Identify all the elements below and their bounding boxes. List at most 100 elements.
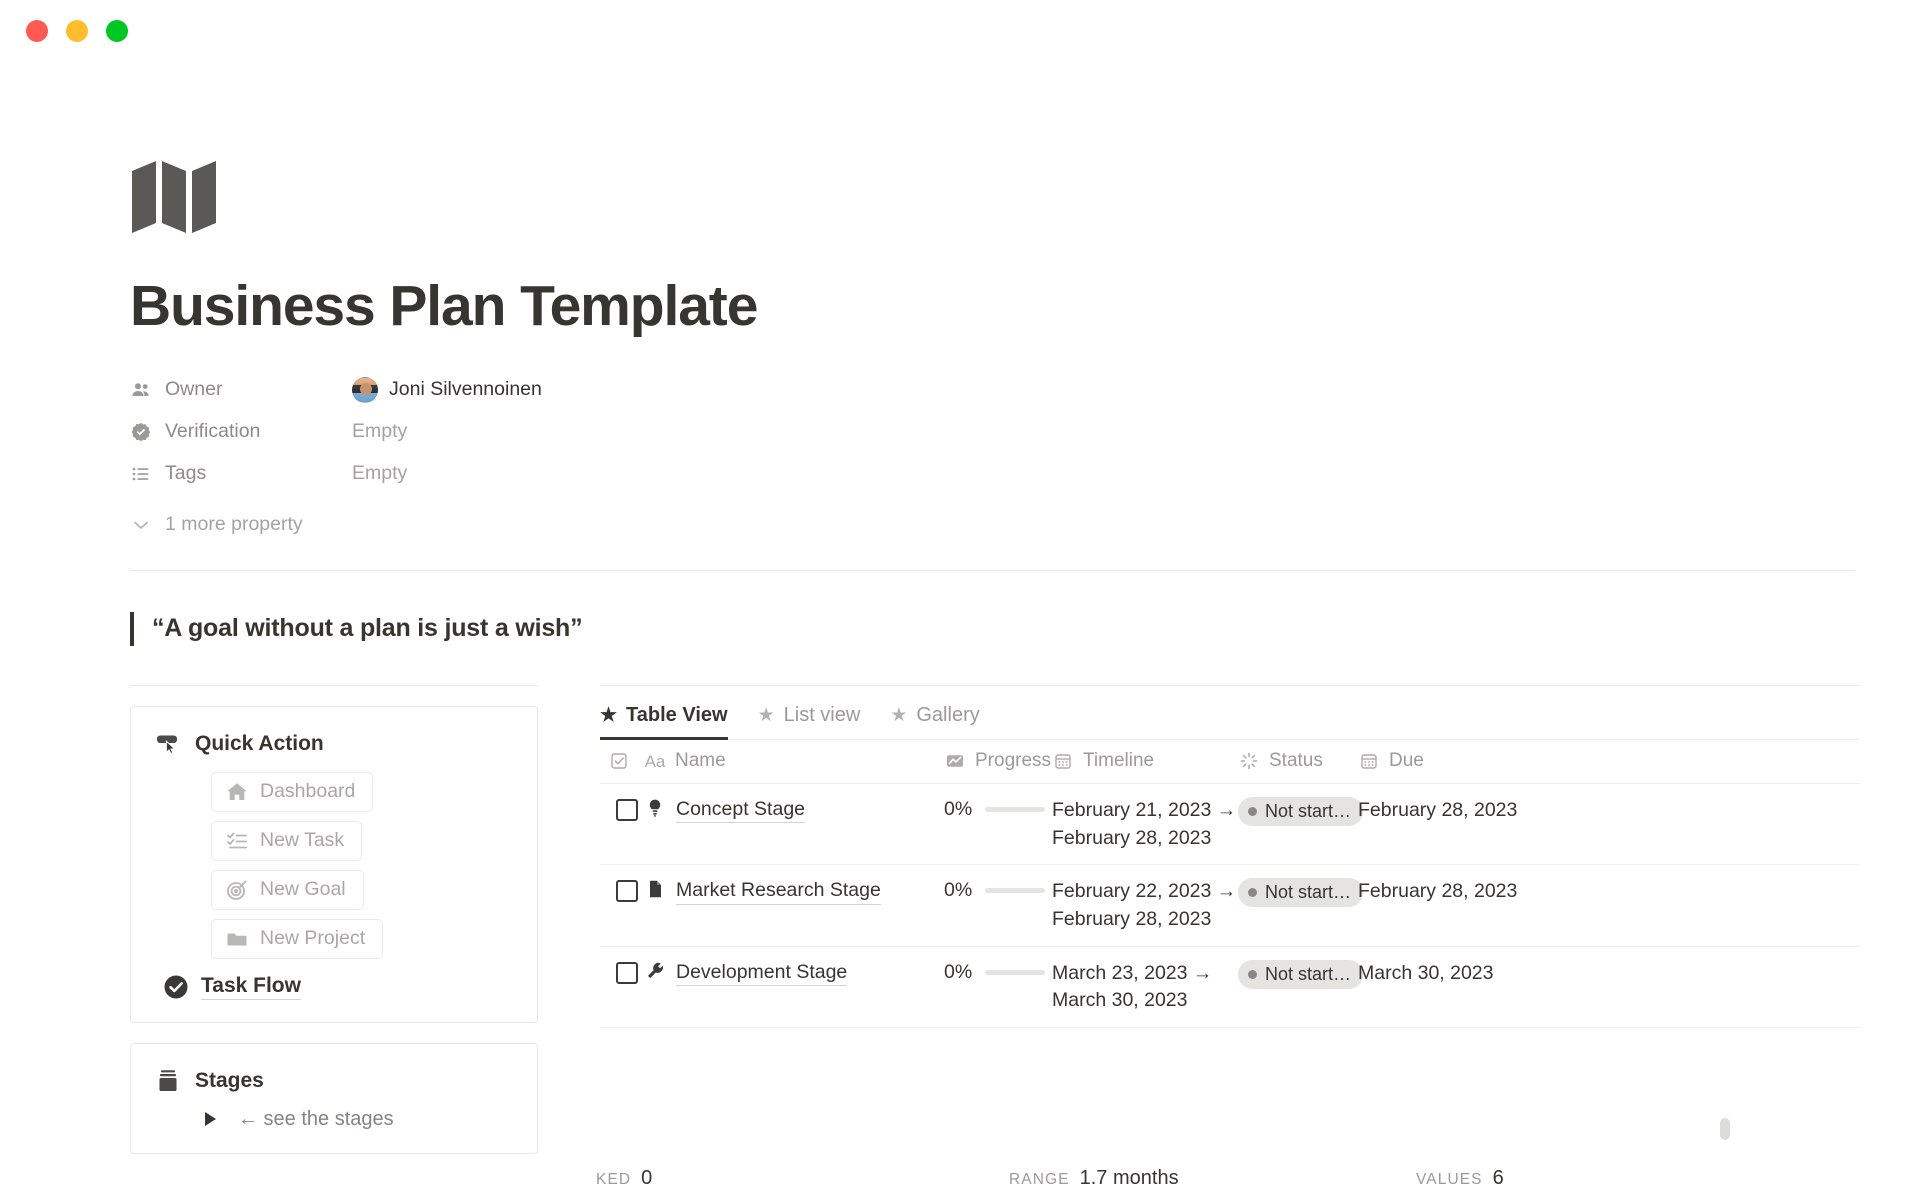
list-icon	[130, 463, 152, 485]
property-label-owner: Owner	[130, 378, 352, 401]
property-label-text: Verification	[165, 420, 261, 443]
property-row-tags[interactable]: Tags Empty	[130, 453, 1920, 495]
row-name-cell[interactable]: Market Research Stage	[644, 877, 944, 905]
new-goal-button[interactable]: New Goal	[211, 869, 364, 910]
aggregate-values[interactable]: VALUES 6	[1416, 1167, 1504, 1190]
maximize-window-button[interactable]	[106, 20, 128, 42]
tab-table-view[interactable]: ★ Table View	[600, 704, 728, 740]
table-row[interactable]: Market Research Stage 0% February 22, 20…	[600, 865, 1860, 947]
document-icon	[644, 878, 666, 900]
body-columns: Quick Action Dashboard New Task New Goal…	[130, 684, 1860, 1154]
table-scrollbar[interactable]	[1720, 1118, 1730, 1140]
row-timeline-cell[interactable]: February 22, 2023 → February 28, 2023	[1052, 877, 1238, 933]
row-checkbox-cell[interactable]	[600, 959, 644, 984]
quote-text: “A goal without a plan is just a wish”	[152, 614, 583, 643]
target-icon	[225, 878, 249, 902]
row-progress-pct: 0%	[944, 879, 973, 902]
quick-action-header: Quick Action	[153, 729, 517, 759]
row-status-cell[interactable]: Not start…	[1238, 959, 1364, 989]
property-value-owner[interactable]: Joni Silvennoinen	[352, 376, 542, 403]
status-badge-label: Not start…	[1265, 963, 1352, 984]
star-icon: ★	[600, 704, 618, 726]
tab-list-view[interactable]: ★ List view	[758, 704, 861, 739]
progress-bar	[985, 888, 1046, 894]
property-value-tags[interactable]: Empty	[352, 462, 407, 485]
row-name-cell[interactable]: Development Stage	[644, 959, 944, 986]
task-flow-link-label: Task Flow	[201, 974, 301, 1000]
chevron-down-icon	[130, 514, 152, 536]
progress-bar	[985, 806, 1046, 812]
row-due-cell[interactable]: February 28, 2023	[1358, 877, 1558, 906]
new-project-button-label: New Project	[260, 927, 366, 950]
aa-text-icon: Aa	[644, 751, 666, 771]
new-project-button[interactable]: New Project	[211, 918, 384, 959]
column-header-name-label: Name	[675, 750, 726, 772]
task-list-icon	[225, 829, 249, 853]
dashboard-button-label: Dashboard	[260, 780, 356, 803]
row-progress-cell[interactable]: 0%	[944, 959, 1052, 984]
new-goal-button-label: New Goal	[260, 878, 346, 901]
column-header-timeline[interactable]: Timeline	[1052, 750, 1238, 772]
column-header-status-label: Status	[1269, 750, 1323, 772]
dashboard-button[interactable]: Dashboard	[211, 771, 374, 812]
avatar	[352, 376, 378, 403]
home-icon	[225, 780, 249, 804]
row-due-cell[interactable]: March 30, 2023	[1358, 959, 1558, 988]
table-footer-aggregates: KED 0 RANGE 1.7 months VALUES 6	[596, 1156, 1920, 1200]
star-icon: ★	[890, 704, 908, 726]
row-progress-pct: 0%	[944, 797, 973, 820]
aggregate-checked-value: 0	[641, 1166, 653, 1189]
left-column-rule	[130, 684, 538, 686]
row-timeline-cell[interactable]: February 21, 2023 → February 28, 2023	[1052, 796, 1238, 852]
row-checkbox[interactable]	[616, 880, 638, 903]
property-label-text: Owner	[165, 378, 223, 401]
quote-block[interactable]: “A goal without a plan is just a wish”	[130, 605, 1920, 653]
stages-toggle[interactable]: ← see the stages	[205, 1108, 517, 1131]
row-name-cell[interactable]: Concept Stage	[644, 796, 944, 824]
column-header-status[interactable]: Status	[1238, 750, 1358, 772]
wrench-icon	[644, 960, 666, 982]
property-row-owner[interactable]: Owner Joni Silvennoinen	[130, 369, 1920, 411]
aggregate-checked[interactable]: KED 0	[596, 1167, 652, 1190]
tab-list-view-label: List view	[783, 703, 861, 726]
column-header-name[interactable]: Aa Name	[644, 750, 944, 772]
stages-header: Stages	[153, 1066, 517, 1096]
table-row[interactable]: Concept Stage 0% February 21, 2023 → Feb…	[600, 784, 1860, 866]
row-status-cell[interactable]: Not start…	[1238, 877, 1364, 908]
tab-gallery-label: Gallery	[916, 703, 980, 726]
page-properties: Owner Joni Silvennoinen Verification Emp…	[130, 369, 1920, 546]
row-status-cell[interactable]: Not start…	[1238, 796, 1364, 826]
triangle-right-icon[interactable]	[205, 1112, 216, 1127]
minimize-window-button[interactable]	[66, 20, 88, 42]
row-checkbox-cell[interactable]	[600, 877, 644, 903]
column-header-progress[interactable]: Progress	[944, 750, 1052, 772]
page-icon-wrapper[interactable]	[130, 157, 1920, 235]
column-header-due[interactable]: Due	[1358, 750, 1558, 772]
column-header-due-label: Due	[1389, 750, 1424, 772]
row-due-cell[interactable]: February 28, 2023	[1358, 796, 1558, 825]
tab-gallery[interactable]: ★ Gallery	[890, 704, 979, 739]
page-title[interactable]: Business Plan Template	[130, 276, 1920, 337]
stages-title: Stages	[195, 1068, 264, 1092]
property-row-verification[interactable]: Verification Empty	[130, 411, 1920, 453]
table-row[interactable]: Development Stage 0% March 23, 2023 → Ma…	[600, 947, 1860, 1028]
status-badge: Not start…	[1238, 878, 1364, 908]
close-window-button[interactable]	[26, 20, 48, 42]
quick-action-callout: Quick Action Dashboard New Task New Goal…	[130, 705, 538, 1023]
more-properties-toggle[interactable]: 1 more property	[130, 504, 1920, 546]
row-progress-pct: 0%	[944, 960, 973, 983]
progress-bar	[985, 969, 1046, 975]
aggregate-range[interactable]: RANGE 1.7 months	[1009, 1167, 1179, 1190]
row-progress-cell[interactable]: 0%	[944, 877, 1052, 902]
row-checkbox[interactable]	[616, 961, 638, 984]
row-checkbox-cell[interactable]	[600, 796, 644, 821]
property-value-verification[interactable]: Empty	[352, 420, 407, 443]
task-flow-link[interactable]: Task Flow	[163, 974, 517, 1000]
row-timeline-cell[interactable]: March 23, 2023 → March 30, 2023	[1052, 959, 1238, 1015]
row-progress-cell[interactable]: 0%	[944, 796, 1052, 821]
row-checkbox[interactable]	[616, 798, 638, 821]
folded-map-icon[interactable]	[130, 157, 220, 235]
chart-icon	[944, 750, 966, 772]
column-header-select-all[interactable]	[600, 750, 644, 772]
new-task-button[interactable]: New Task	[211, 820, 363, 861]
